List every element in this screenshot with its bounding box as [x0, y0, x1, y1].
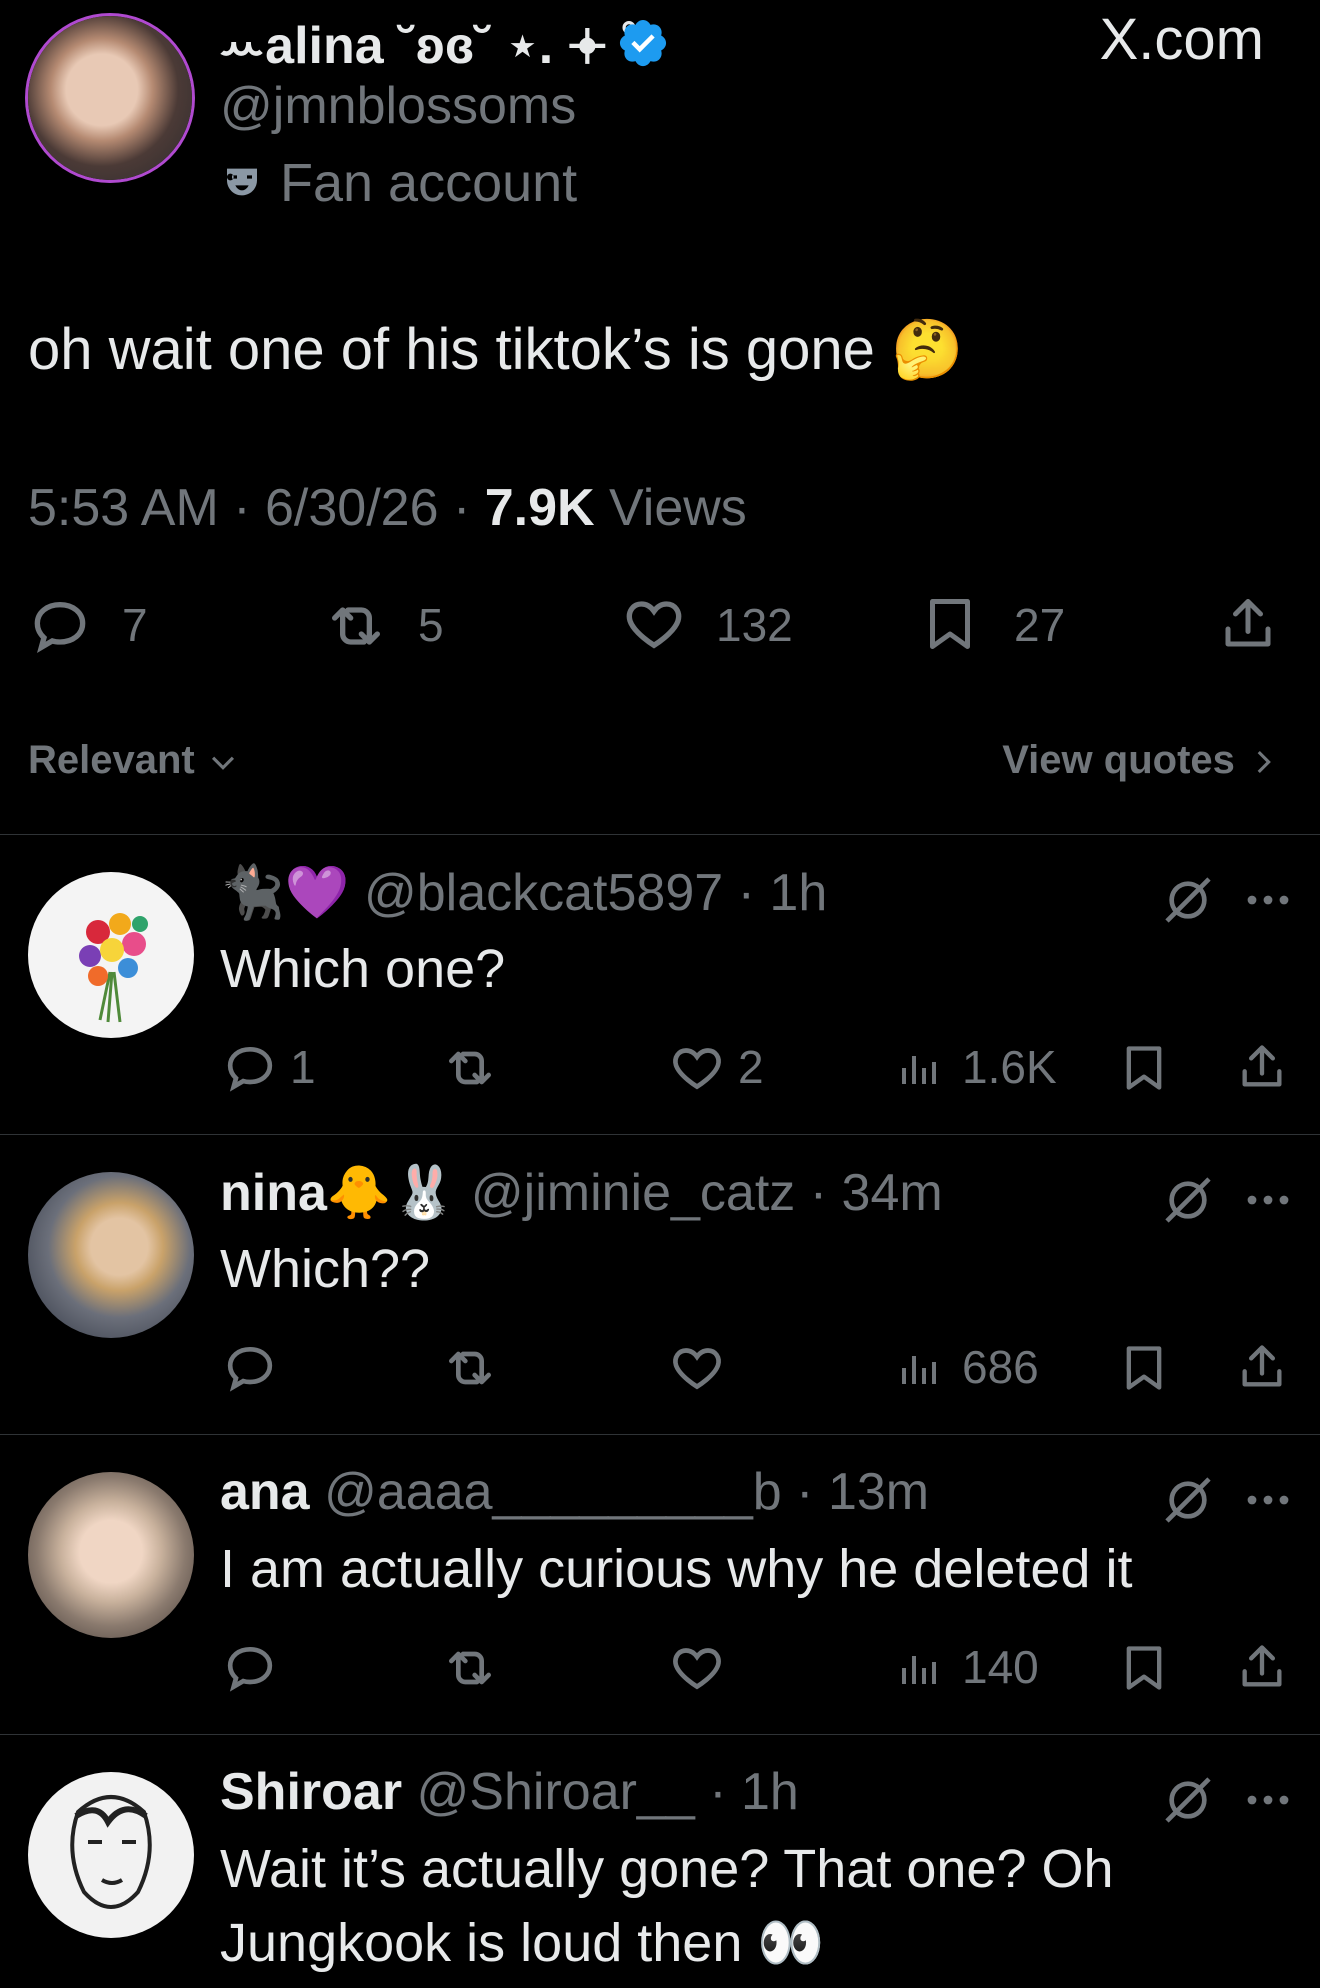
reply-text: Which one?	[220, 939, 506, 999]
more-icon[interactable]	[1244, 1480, 1292, 1520]
fan-account-mask-icon	[222, 162, 262, 202]
reply-display-name[interactable]: Shiroar	[220, 1763, 402, 1821]
repost-icon[interactable]	[440, 1040, 500, 1096]
views-count: 140	[962, 1641, 1039, 1693]
author-display-name[interactable]: ꕀalina ˘ʚɞ˘ ⋆. 𖥔 ˚	[218, 8, 639, 79]
grok-icon[interactable]	[1160, 872, 1216, 928]
reply-avatar[interactable]	[28, 1472, 194, 1638]
grok-icon[interactable]	[1160, 1172, 1216, 1228]
grok-icon[interactable]	[1160, 1772, 1216, 1828]
reply-name-emojis: 🐥🐰	[326, 1164, 457, 1222]
repost-count: 5	[418, 599, 444, 651]
grok-icon[interactable]	[1160, 1472, 1216, 1528]
divider	[0, 1134, 1320, 1135]
reply-header: ana @aaaa_________b · 13m	[220, 1463, 930, 1521]
reply-icon[interactable]	[222, 1340, 278, 1396]
views-count: 686	[962, 1341, 1039, 1393]
chevron-down-icon	[206, 745, 240, 779]
repost-icon[interactable]	[320, 594, 392, 658]
bookmark-icon[interactable]	[1118, 1040, 1170, 1096]
tweet-time: 5:53 AM	[28, 479, 219, 537]
tweet-text: oh wait one of his tiktok’s is gone 🤔	[28, 317, 964, 382]
more-icon[interactable]	[1244, 1180, 1292, 1220]
reply-display-name[interactable]: nina	[220, 1164, 327, 1222]
views-icon[interactable]	[896, 1342, 944, 1394]
affiliation-label[interactable]: Fan account	[280, 152, 577, 214]
bookmark-count: 27	[1014, 599, 1066, 651]
site-label: X.com	[1099, 7, 1264, 72]
bookmark-icon[interactable]	[920, 592, 980, 656]
views-count: 1.6K	[962, 1041, 1057, 1093]
tweet-meta: 5:53 AM · 6/30/26 · 7.9K Views	[28, 479, 747, 537]
verified-badge-icon	[616, 16, 670, 70]
reply-time[interactable]: 1h	[741, 1763, 799, 1821]
divider	[0, 1734, 1320, 1735]
view-quotes-label: View quotes	[1002, 738, 1235, 782]
sort-label: Relevant	[28, 738, 195, 782]
reply-display-name[interactable]: ana	[220, 1463, 310, 1521]
reply-handle[interactable]: @Shiroar__	[417, 1763, 695, 1821]
reply-time[interactable]: 1h	[769, 864, 827, 922]
reply-text: Which??	[220, 1239, 431, 1299]
more-icon[interactable]	[1244, 1780, 1292, 1820]
author-handle[interactable]: @jmnblossoms	[220, 76, 576, 136]
reply-icon[interactable]	[222, 1640, 278, 1696]
views-icon[interactable]	[896, 1642, 944, 1694]
share-icon[interactable]	[1218, 592, 1278, 656]
reply-time[interactable]: 34m	[842, 1164, 943, 1222]
reply-text-line-2: Jungkook is loud then 👀	[220, 1913, 825, 1973]
reply-time[interactable]: 13m	[828, 1463, 929, 1521]
reply-handle[interactable]: @blackcat5897	[364, 864, 723, 922]
bookmark-icon[interactable]	[1118, 1640, 1170, 1696]
reply-icon[interactable]	[28, 594, 92, 658]
like-icon[interactable]	[620, 592, 688, 656]
bookmark-icon[interactable]	[1118, 1340, 1170, 1396]
reply-header: Shiroar @Shiroar__ · 1h	[220, 1763, 799, 1821]
share-icon[interactable]	[1236, 1338, 1288, 1396]
like-icon[interactable]	[668, 1040, 726, 1096]
reply-text-line-1: Wait it’s actually gone? That one? Oh	[220, 1839, 1114, 1899]
like-icon[interactable]	[668, 1340, 726, 1396]
share-icon[interactable]	[1236, 1638, 1288, 1696]
reply-handle[interactable]: @aaaa_________b	[324, 1463, 782, 1521]
reply-text: I am actually curious why he deleted it	[220, 1539, 1133, 1599]
views-count: 7.9K	[484, 479, 595, 537]
author-avatar[interactable]	[28, 16, 192, 180]
reply-header: 🐈‍⬛💜 @blackcat5897 · 1h	[220, 864, 828, 922]
more-icon[interactable]	[1244, 880, 1292, 920]
divider	[0, 834, 1320, 835]
share-icon[interactable]	[1236, 1038, 1288, 1096]
sort-dropdown[interactable]: Relevant	[28, 738, 240, 783]
reply-icon[interactable]	[222, 1040, 278, 1096]
reply-avatar[interactable]	[28, 1172, 194, 1338]
reply-avatar[interactable]	[28, 872, 194, 1038]
repost-icon[interactable]	[440, 1340, 500, 1396]
like-count: 132	[716, 599, 793, 651]
like-count: 2	[738, 1041, 764, 1093]
tweet-date: 6/30/26	[265, 479, 439, 537]
reply-handle[interactable]: @jiminie_catz	[471, 1164, 795, 1222]
views-icon[interactable]	[896, 1042, 944, 1094]
reply-count: 7	[122, 599, 148, 651]
like-icon[interactable]	[668, 1640, 726, 1696]
divider	[0, 1434, 1320, 1435]
views-label: Views	[609, 479, 747, 537]
reply-name-emojis: 🐈‍⬛💜	[220, 864, 350, 922]
reply-header: nina🐥🐰 @jiminie_catz · 34m	[220, 1164, 943, 1222]
repost-icon[interactable]	[440, 1640, 500, 1696]
chevron-right-icon	[1246, 745, 1280, 779]
reply-count: 1	[290, 1041, 316, 1093]
reply-avatar[interactable]	[28, 1772, 194, 1938]
view-quotes-link[interactable]: View quotes	[1002, 738, 1280, 783]
